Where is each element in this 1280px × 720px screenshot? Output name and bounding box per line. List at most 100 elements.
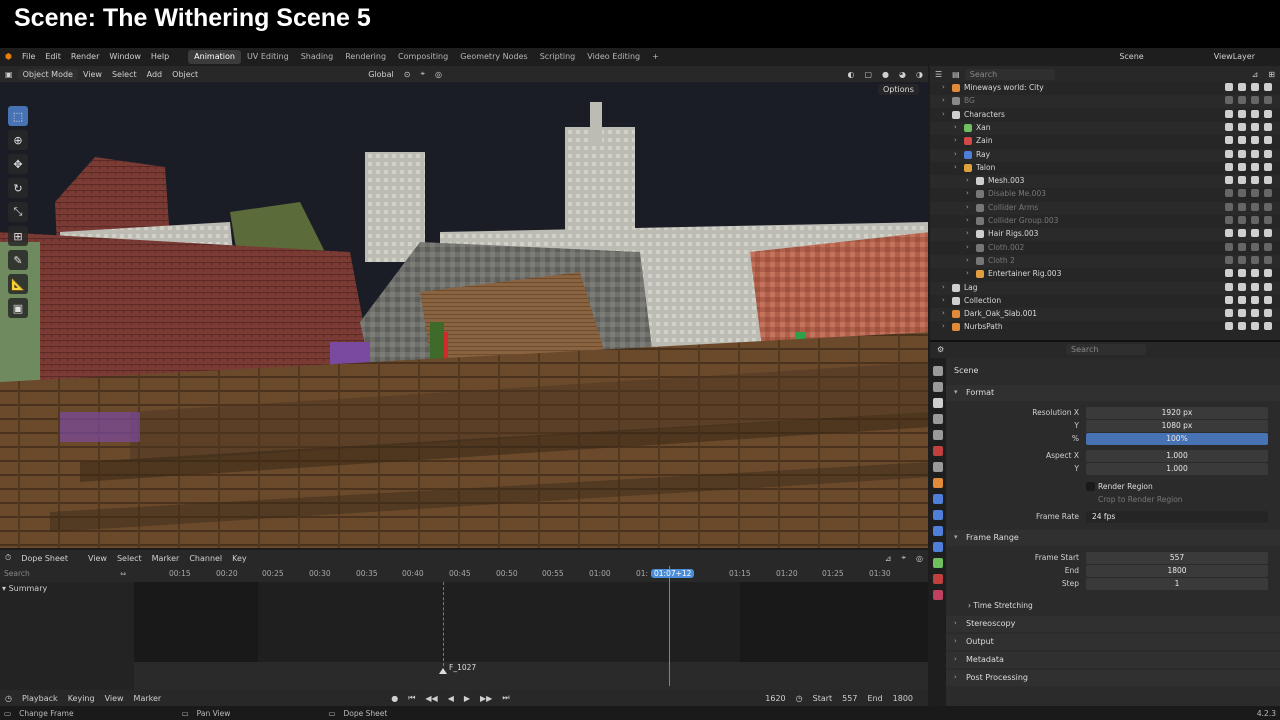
- eye-icon[interactable]: [1238, 83, 1246, 91]
- monitor-icon[interactable]: [1251, 295, 1259, 304]
- timeline-menu-playback[interactable]: Playback: [17, 694, 63, 703]
- post-processing-section[interactable]: › Post Processing: [946, 670, 1280, 686]
- checkbox-icon[interactable]: [1225, 83, 1233, 91]
- camera-icon[interactable]: [1264, 189, 1272, 198]
- expand-arrow-icon[interactable]: ›: [954, 163, 957, 171]
- outliner-filter-icon[interactable]: ⊿: [1247, 70, 1264, 79]
- camera-icon[interactable]: [1264, 269, 1272, 278]
- dopesheet-menu-marker[interactable]: Marker: [147, 554, 185, 563]
- menu-help[interactable]: Help: [146, 50, 174, 64]
- pivot-icon[interactable]: ⊙: [399, 70, 416, 79]
- jump-start-icon[interactable]: ⏮: [403, 693, 420, 703]
- expand-arrow-icon[interactable]: ›: [942, 322, 945, 330]
- camera-icon[interactable]: [1264, 216, 1272, 224]
- checkbox-icon[interactable]: [1225, 136, 1233, 145]
- outliner-row[interactable]: › Zain: [930, 135, 1280, 148]
- checkbox-icon[interactable]: [1225, 216, 1233, 224]
- snap-icon[interactable]: ⌖: [415, 69, 430, 79]
- outliner-editor-icon[interactable]: ☰: [930, 70, 947, 79]
- resolution-y-field[interactable]: 1080 px: [1086, 420, 1268, 432]
- checkbox-icon[interactable]: [1225, 149, 1233, 158]
- visibility-toggles[interactable]: [1225, 255, 1272, 264]
- frame-range-section[interactable]: ▾ Frame Range: [946, 530, 1280, 546]
- checkbox-icon[interactable]: [1225, 176, 1233, 185]
- annotate-tool-icon[interactable]: ✎: [8, 250, 28, 270]
- checkbox-icon[interactable]: [1225, 255, 1233, 264]
- blender-logo-icon[interactable]: ⬢: [0, 50, 17, 64]
- transform-tool-icon[interactable]: ⊞: [8, 226, 28, 246]
- collection-tab-icon[interactable]: [933, 462, 943, 472]
- output-section[interactable]: › Output: [946, 634, 1280, 650]
- expand-arrow-icon[interactable]: ›: [942, 296, 945, 304]
- camera-icon[interactable]: [1264, 122, 1272, 131]
- eye-icon[interactable]: [1238, 216, 1246, 224]
- expand-arrow-icon[interactable]: ›: [942, 283, 945, 291]
- measure-tool-icon[interactable]: 📐: [8, 274, 28, 294]
- visibility-toggles[interactable]: [1225, 162, 1272, 171]
- eye-icon[interactable]: [1238, 255, 1246, 264]
- dopesheet-menu-channel[interactable]: Channel: [184, 554, 227, 563]
- eye-icon[interactable]: [1238, 176, 1246, 185]
- playhead-line[interactable]: [669, 566, 670, 686]
- view-layer-selector[interactable]: ViewLayer: [1209, 50, 1260, 64]
- visibility-toggles[interactable]: [1225, 269, 1272, 278]
- expand-arrow-icon[interactable]: ›: [954, 123, 957, 131]
- render-region-checkbox[interactable]: [1086, 482, 1095, 491]
- select-box-tool-icon[interactable]: ⬚: [8, 106, 28, 126]
- checkbox-icon[interactable]: [1225, 295, 1233, 304]
- checkbox-icon[interactable]: [1225, 162, 1233, 171]
- camera-icon[interactable]: [1264, 83, 1272, 91]
- expand-arrow-icon[interactable]: ›: [966, 243, 969, 251]
- visibility-toggles[interactable]: [1225, 189, 1272, 198]
- play-reverse-icon[interactable]: ◀: [443, 694, 459, 703]
- timeline-menu-marker[interactable]: Marker: [129, 694, 167, 703]
- workspace-tab-scripting[interactable]: Scripting: [534, 50, 582, 64]
- visibility-toggles[interactable]: [1225, 229, 1272, 238]
- proportional-keys-icon[interactable]: ◎: [911, 554, 928, 563]
- monitor-icon[interactable]: [1251, 96, 1259, 105]
- outliner-search[interactable]: Search: [964, 68, 1055, 80]
- outliner-row[interactable]: › Characters: [930, 109, 1280, 122]
- visibility-toggles[interactable]: [1225, 96, 1272, 105]
- prev-key-icon[interactable]: ◀◀: [420, 694, 442, 703]
- data-tab-icon[interactable]: [933, 558, 943, 568]
- workspace-tab-uv-editing[interactable]: UV Editing: [241, 50, 295, 64]
- checkbox-icon[interactable]: [1225, 189, 1233, 198]
- jump-end-icon[interactable]: ⏭: [497, 693, 514, 703]
- checkbox-icon[interactable]: [1225, 229, 1233, 238]
- expand-arrow-icon[interactable]: ›: [942, 83, 945, 91]
- monitor-icon[interactable]: [1251, 83, 1259, 91]
- eye-icon[interactable]: [1238, 136, 1246, 145]
- marker-label[interactable]: F_1027: [449, 663, 476, 672]
- expand-arrow-icon[interactable]: ›: [966, 176, 969, 184]
- material-tab-icon[interactable]: [933, 574, 943, 584]
- properties-search[interactable]: Search: [1066, 344, 1146, 355]
- dopesheet-menu-key[interactable]: Key: [227, 554, 252, 563]
- visibility-toggles[interactable]: [1225, 122, 1272, 131]
- menu-file[interactable]: File: [17, 50, 40, 64]
- visibility-toggles[interactable]: [1225, 216, 1272, 224]
- monitor-icon[interactable]: [1251, 309, 1259, 318]
- outliner-row[interactable]: › Ray: [930, 148, 1280, 162]
- swap-icon[interactable]: ⇔: [120, 569, 126, 578]
- expand-arrow-icon[interactable]: ›: [966, 269, 969, 277]
- outliner-row[interactable]: › Collection: [930, 295, 1280, 308]
- time-stretching-subpanel[interactable]: › Time Stretching: [968, 601, 1033, 610]
- dopesheet-time-ruler[interactable]: Search ⇔ 00:15 00:20 00:25 00:30 00:35 0…: [0, 566, 928, 582]
- viewport-menu-object[interactable]: Object: [167, 70, 203, 79]
- frame-start-field[interactable]: 557: [1086, 552, 1268, 564]
- outliner-row[interactable]: › Lag: [930, 281, 1280, 295]
- camera-icon[interactable]: [1264, 242, 1272, 251]
- workspace-tab-shading[interactable]: Shading: [295, 50, 340, 64]
- world-tab-icon[interactable]: [933, 446, 943, 456]
- monitor-icon[interactable]: [1251, 216, 1259, 224]
- eye-icon[interactable]: [1238, 229, 1246, 238]
- eye-icon[interactable]: [1238, 189, 1246, 198]
- eye-icon[interactable]: [1238, 149, 1246, 158]
- constraints-tab-icon[interactable]: [933, 542, 943, 552]
- stereoscopy-section[interactable]: › Stereoscopy: [946, 616, 1280, 632]
- eye-icon[interactable]: [1238, 202, 1246, 211]
- physics-tab-icon[interactable]: [933, 526, 943, 536]
- cursor-tool-icon[interactable]: ⊕: [8, 130, 28, 150]
- marker-triangle-icon[interactable]: [439, 668, 447, 674]
